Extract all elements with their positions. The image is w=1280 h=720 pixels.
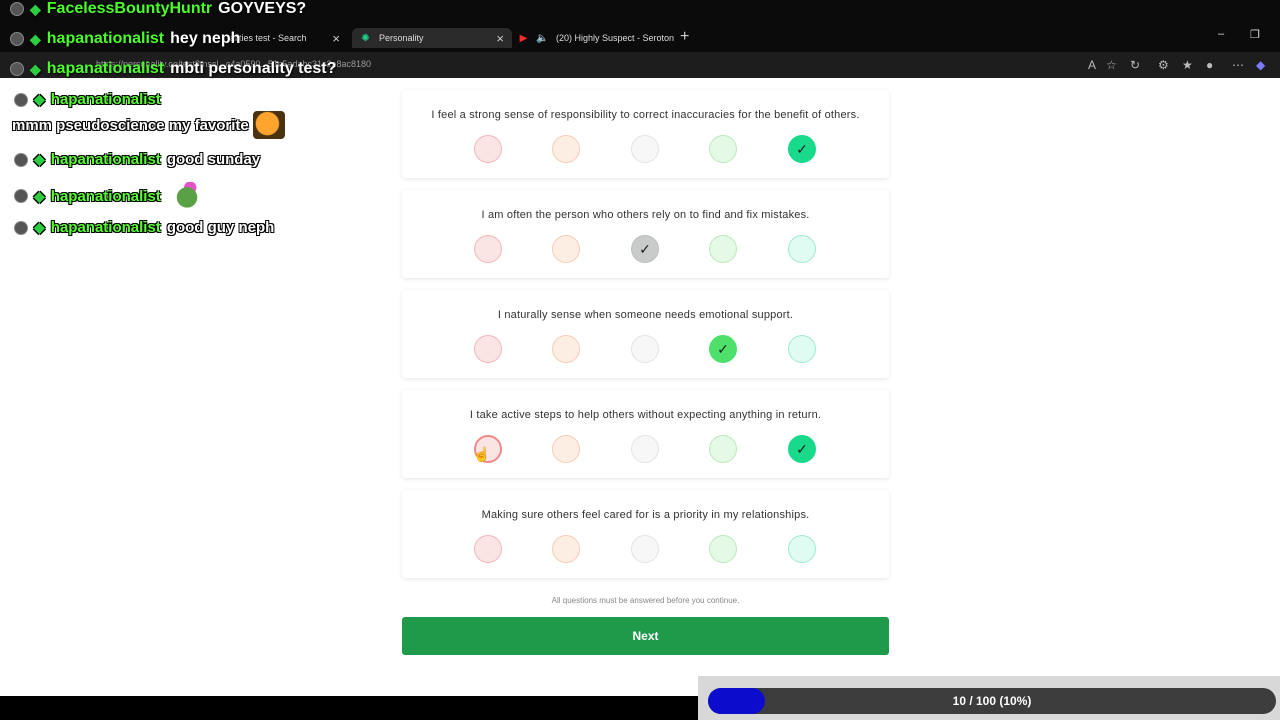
answer-option-4[interactable] [709, 535, 737, 563]
answer-option-5[interactable] [788, 235, 816, 263]
user-badge-icon [10, 2, 24, 16]
chat-line: ◆ hapanationalist [14, 91, 167, 108]
gem-badge-icon: ◆ [34, 151, 45, 167]
answer-option-4[interactable] [709, 235, 737, 263]
extensions-icon[interactable]: ⚙ [1158, 58, 1169, 72]
chat-message: hey neph [170, 30, 241, 47]
maximize-icon[interactable]: ❐ [1250, 28, 1260, 41]
new-tab-button[interactable]: + [680, 28, 689, 46]
user-badge-icon [14, 152, 28, 167]
chat-line: mmm pseudoscience my favorite [12, 111, 285, 139]
answer-option-1[interactable] [474, 235, 502, 263]
frog-emote-icon [170, 182, 203, 210]
question-card: I feel a strong sense of responsibility … [402, 90, 889, 178]
answer-option-3[interactable] [631, 535, 659, 563]
chat-username: hapanationalist [50, 151, 161, 168]
tab-search[interactable]: alities test - Search × [230, 28, 348, 48]
chat-top-line: ◆ hapanationalist mbti personality test? [10, 60, 336, 78]
tab-youtube[interactable]: ▶ 🔈 (20) Highly Suspect - Seroton [518, 28, 678, 48]
chat-message: good guy neph [166, 219, 275, 236]
copilot-icon[interactable]: ◆ [1256, 58, 1265, 72]
gem-badge-icon: ◆ [30, 60, 41, 77]
chat-message: mmm pseudoscience my favorite [12, 116, 249, 134]
chat-top-line: ◆ hapanationalist hey neph [10, 30, 240, 48]
question-text: I take active steps to help others witho… [469, 409, 822, 421]
user-badge-icon [14, 92, 28, 107]
close-tab-icon[interactable]: × [332, 31, 340, 46]
question-card: I am often the person who others rely on… [402, 190, 889, 278]
chat-username: hapanationalist [46, 60, 165, 77]
chat-line: ◆ hapanationalist good sunday [14, 151, 260, 168]
next-button[interactable]: Next [402, 617, 889, 655]
answer-option-1[interactable] [474, 535, 502, 563]
speaker-icon: 🔈 [536, 32, 549, 44]
answer-option-5[interactable]: ✓ [788, 135, 816, 163]
gem-badge-icon: ◆ [34, 91, 45, 107]
answer-option-2[interactable] [552, 135, 580, 163]
answer-option-3[interactable] [631, 335, 659, 363]
answer-option-5[interactable]: ✓ [788, 435, 816, 463]
read-aloud-icon[interactable]: A [1088, 58, 1096, 72]
tab-personality[interactable]: ✺ Personality × [352, 28, 512, 48]
user-badge-icon [14, 189, 28, 203]
youtube-favicon-icon: ▶ [519, 32, 528, 44]
tab-title: (20) Highly Suspect - Seroton [556, 33, 675, 43]
chat-message: GOYVEYS? [218, 0, 307, 17]
answer-option-2[interactable] [552, 335, 580, 363]
more-menu-icon[interactable]: ⋯ [1232, 58, 1244, 72]
gem-badge-icon: ◆ [30, 30, 41, 47]
answer-option-4[interactable] [709, 435, 737, 463]
personality-favicon-icon: ✺ [361, 32, 370, 44]
answer-option-2[interactable] [552, 235, 580, 263]
tab-title: Personality [379, 33, 424, 43]
question-card: I take active steps to help others witho… [402, 390, 889, 478]
tab-title: alities test - Search [230, 33, 307, 43]
minimize-icon[interactable]: – [1218, 28, 1224, 40]
chat-line: ◆ hapanationalist good guy neph [14, 219, 274, 236]
user-badge-icon [10, 32, 24, 46]
answer-option-5[interactable] [788, 335, 816, 363]
gem-badge-icon: ◆ [34, 187, 45, 204]
question-card: I naturally sense when someone needs emo… [402, 290, 889, 378]
close-tab-icon[interactable]: × [496, 31, 504, 46]
gem-badge-icon: ◆ [30, 0, 41, 17]
answer-option-5[interactable] [788, 535, 816, 563]
chat-username: hapanationalist [50, 219, 161, 236]
chat-username: hapanationalist [46, 30, 165, 47]
user-badge-icon [10, 62, 24, 76]
favorites-icon[interactable]: ★ [1182, 58, 1193, 72]
progress-text: 10 / 100 (10%) [952, 694, 1032, 708]
answer-option-2[interactable] [552, 535, 580, 563]
answer-option-1[interactable] [474, 135, 502, 163]
answer-option-3[interactable] [631, 135, 659, 163]
validation-note: All questions must be answered before yo… [551, 596, 740, 605]
question-text: I feel a strong sense of responsibility … [431, 109, 860, 121]
profile-avatar-icon[interactable]: ● [1206, 58, 1213, 72]
chat-line: ◆ hapanationalist [14, 182, 203, 210]
answer-option-2[interactable] [552, 435, 580, 463]
emote-icon [252, 111, 285, 139]
question-text: I am often the person who others rely on… [481, 209, 810, 221]
refresh-extension-icon[interactable]: ↻ [1130, 58, 1140, 72]
favorite-star-icon[interactable]: ☆ [1106, 58, 1117, 72]
answer-option-3[interactable]: ✓ [631, 235, 659, 263]
progress-bar: 10 / 100 (10%) [708, 688, 1276, 714]
chat-message: mbti personality test? [170, 60, 337, 77]
chat-username: hapanationalist [50, 91, 161, 108]
mouse-cursor-icon: ☝ [473, 446, 491, 462]
chat-username: FacelessBountyHuntr [46, 0, 213, 17]
chat-top-line: ◆ FacelessBountyHuntr GOYVEYS? [10, 0, 306, 18]
gem-badge-icon: ◆ [34, 219, 45, 235]
question-card: Making sure others feel cared for is a p… [402, 490, 889, 578]
question-text: I naturally sense when someone needs emo… [497, 309, 794, 321]
answer-option-4[interactable] [709, 135, 737, 163]
user-badge-icon [14, 220, 28, 235]
question-text: Making sure others feel cared for is a p… [481, 509, 810, 521]
answer-option-3[interactable] [631, 435, 659, 463]
answer-option-4[interactable]: ✓ [709, 335, 737, 363]
chat-message: good sunday [166, 151, 261, 168]
chat-username: hapanationalist [50, 187, 161, 205]
answer-option-1[interactable] [474, 335, 502, 363]
